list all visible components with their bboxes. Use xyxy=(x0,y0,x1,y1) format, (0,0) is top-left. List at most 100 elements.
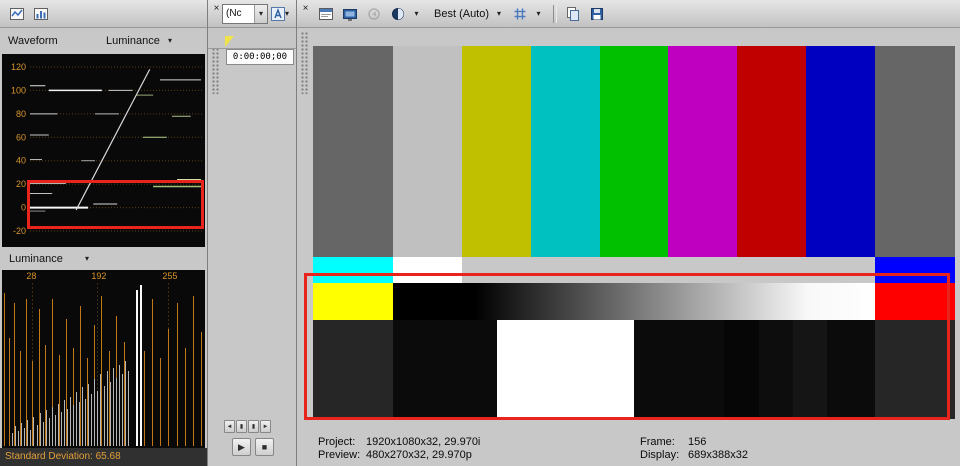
histogram-spike xyxy=(30,430,31,446)
project-properties-button[interactable] xyxy=(315,3,337,25)
trimmer-scroll-button[interactable]: ◄ xyxy=(224,420,235,433)
histogram-spike xyxy=(61,412,62,446)
svg-text:40: 40 xyxy=(16,156,26,166)
external-monitor-button[interactable] xyxy=(339,3,361,25)
histogram-spike xyxy=(104,386,105,446)
stop-button[interactable]: ■ xyxy=(255,438,274,456)
histogram-scale-label: 28 xyxy=(26,271,36,281)
svg-text:100: 100 xyxy=(11,85,26,95)
svg-text:-20: -20 xyxy=(13,226,26,236)
chevron-down-icon: ▾ xyxy=(85,255,89,263)
histogram-mode-dropdown[interactable]: Luminance ▾ xyxy=(3,250,95,268)
scopes-settings-button[interactable] xyxy=(6,3,28,25)
colorbar-segment xyxy=(393,320,496,419)
chevron-down-icon: ▾ xyxy=(254,5,267,23)
svg-text:120: 120 xyxy=(11,62,26,72)
chevron-down-icon: ▾ xyxy=(285,10,289,18)
split-screen-icon xyxy=(390,6,406,22)
histogram-spike xyxy=(110,382,111,446)
trimmer-scroll-button[interactable]: ▮ xyxy=(248,420,259,433)
histogram-spike xyxy=(12,433,13,446)
histogram-spike xyxy=(15,426,16,446)
trimmer-ruler[interactable] xyxy=(208,28,296,49)
histogram-spike xyxy=(24,428,25,446)
trimmer-scroll-button[interactable]: ▮ xyxy=(236,420,247,433)
video-fx-icon xyxy=(366,6,382,22)
scopes-layout-button[interactable] xyxy=(30,3,52,25)
close-icon[interactable]: × xyxy=(300,3,311,14)
waveform-mode-dropdown[interactable]: Luminance ▾ xyxy=(100,32,178,50)
histogram-spike xyxy=(76,392,77,446)
histogram-spike xyxy=(80,306,81,446)
colorbar-segment xyxy=(806,46,875,257)
timecode-display[interactable]: 0:00:00;00 xyxy=(226,49,294,65)
histogram-mode-value: Luminance xyxy=(9,253,63,265)
histogram-spike xyxy=(14,303,15,446)
application-window: Waveform Luminance ▾ 120100806040200-20 … xyxy=(0,0,960,466)
chevron-down-icon: ▾ xyxy=(497,10,501,18)
histogram-spike xyxy=(91,394,92,446)
histogram-spike xyxy=(201,332,202,446)
preset-dropdown[interactable]: (Nc ▾ xyxy=(222,4,268,24)
dock-grip[interactable] xyxy=(301,32,308,94)
waveform-mode-value: Luminance xyxy=(106,35,160,47)
histogram-display: 28 192 255 xyxy=(2,270,205,448)
status-preview-label: Preview: xyxy=(318,449,360,461)
trimmer-scroll-button[interactable]: ► xyxy=(260,420,271,433)
preview-quality-dropdown[interactable]: Best (Auto) ▾ xyxy=(428,3,507,25)
histogram-spike xyxy=(59,355,60,446)
text-a-icon xyxy=(271,7,285,21)
status-frame-value: 156 xyxy=(688,436,706,448)
histogram-spike xyxy=(101,296,102,446)
histogram-spike xyxy=(125,361,126,446)
colorbar-segment xyxy=(759,320,793,419)
histogram-spike xyxy=(119,365,120,447)
histogram-spike xyxy=(70,397,71,446)
standard-deviation-value: Standard Deviation: 65.68 xyxy=(5,451,121,462)
svg-text:80: 80 xyxy=(16,109,26,119)
histogram-spike xyxy=(43,422,44,446)
colorbar-segment xyxy=(724,320,758,419)
chevron-down-icon: ▾ xyxy=(414,10,418,18)
split-screen-options-arrow[interactable]: ▾ xyxy=(411,3,422,25)
overlays-grid-button[interactable] xyxy=(509,3,531,25)
histogram-spike xyxy=(37,425,38,446)
histogram-status-bar: Standard Deviation: 65.68 xyxy=(0,448,207,466)
histogram-spike xyxy=(140,285,142,446)
histogram-spike xyxy=(94,379,95,446)
toolbar-separator xyxy=(553,5,557,23)
colorbar-segment xyxy=(827,320,875,419)
colorbar-row xyxy=(313,46,955,257)
histogram-spike xyxy=(168,329,169,446)
play-button[interactable]: ▶ xyxy=(232,438,251,456)
scope-settings-icon xyxy=(9,6,25,22)
histogram-scale-label: 192 xyxy=(91,271,106,281)
status-preview-value: 480x270x32, 29.970p xyxy=(366,449,472,461)
colorbar-segment xyxy=(875,283,955,320)
histogram-spike xyxy=(185,348,186,446)
preset-options-button[interactable]: ▾ xyxy=(271,4,289,24)
histogram-spike xyxy=(177,303,178,446)
close-icon[interactable]: × xyxy=(211,3,222,14)
colorbar-segment xyxy=(313,320,393,419)
histogram-spike xyxy=(58,404,59,446)
trimmer-panel: (Nc ▾ ▾ × 0:00:00;00 ◄▮▮► ▶ ■ xyxy=(208,0,297,466)
save-snapshot-button[interactable] xyxy=(586,3,608,25)
copy-snapshot-button[interactable] xyxy=(562,3,584,25)
histogram-scale-label: 255 xyxy=(162,271,177,281)
colorbar-segment xyxy=(793,320,827,419)
video-output-fx-button[interactable] xyxy=(363,3,385,25)
histogram-spike xyxy=(73,405,74,446)
overlays-options-arrow[interactable]: ▾ xyxy=(533,3,544,25)
split-screen-view-button[interactable] xyxy=(387,3,409,25)
histogram-header: Luminance ▾ xyxy=(0,249,207,269)
svg-text:20: 20 xyxy=(16,179,26,189)
svg-text:60: 60 xyxy=(16,132,26,142)
video-preview-panel: ▾ Best (Auto) ▾ ▾ × Project: 1920x1080x3… xyxy=(297,0,960,466)
colorbar-segment xyxy=(393,46,462,257)
colorbar-segment xyxy=(393,257,462,283)
grid-overlay-icon xyxy=(512,6,528,22)
histogram-spike xyxy=(113,368,114,446)
histogram-spike xyxy=(64,400,65,446)
histogram-spike xyxy=(144,351,145,446)
